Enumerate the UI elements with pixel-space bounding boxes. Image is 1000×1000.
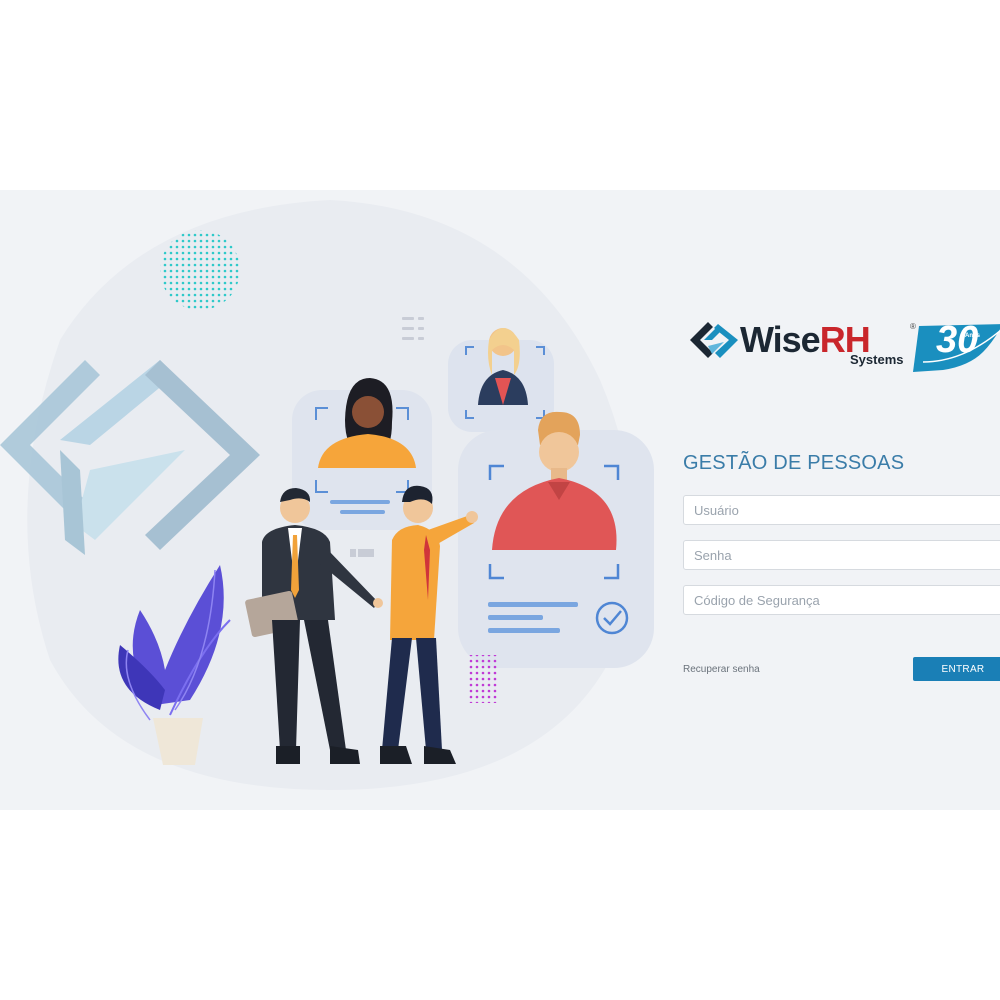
security-code-input[interactable] bbox=[683, 585, 1000, 615]
login-button[interactable]: ENTRAR bbox=[913, 657, 1000, 681]
login-panel: WiseRH ® Systems 30 Anos GESTÃO DE PESSO… bbox=[683, 190, 1000, 810]
person-card-main bbox=[458, 411, 654, 668]
recover-password-link[interactable]: Recuperar senha bbox=[683, 664, 760, 675]
wiserh-logo-icon bbox=[690, 322, 738, 358]
dot-pattern-icon bbox=[160, 230, 240, 310]
page-title: GESTÃO DE PESSOAS bbox=[683, 452, 905, 474]
person-card-small bbox=[448, 328, 554, 432]
anniversary-number: 30 bbox=[936, 319, 979, 361]
hr-illustration bbox=[0, 200, 654, 790]
anniversary-label: Anos bbox=[965, 333, 980, 339]
brand-name-dark: Wise bbox=[740, 319, 821, 360]
document-icon bbox=[350, 549, 374, 557]
username-input[interactable] bbox=[683, 495, 1000, 525]
login-screen: WiseRH ® Systems 30 Anos GESTÃO DE PESSO… bbox=[0, 190, 1000, 810]
dot-pattern-pink bbox=[468, 655, 498, 703]
wiserh-logo: WiseRH ® Systems 30 Anos bbox=[688, 318, 1000, 376]
password-input[interactable] bbox=[683, 540, 1000, 570]
brand-subtitle: Systems bbox=[850, 352, 904, 367]
